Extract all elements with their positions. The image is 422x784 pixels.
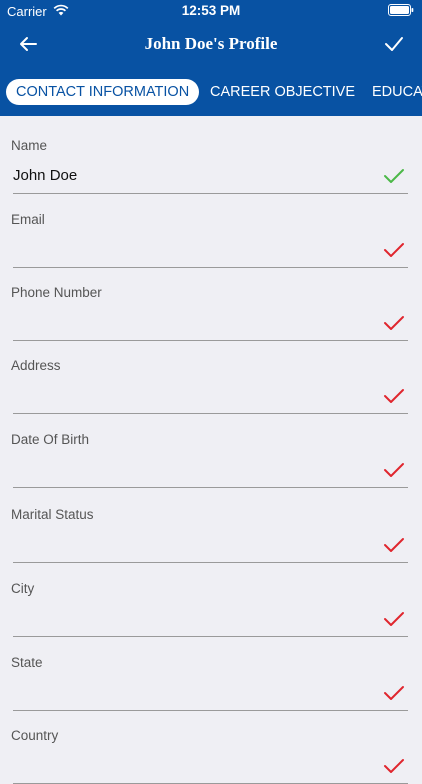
- invalid-check-icon: [384, 316, 404, 330]
- invalid-check-icon: [384, 389, 404, 403]
- field-name: Name: [0, 116, 422, 194]
- tab-bar: CONTACT INFORMATION CAREER OBJECTIVE EDU…: [0, 67, 422, 115]
- field-label: State: [11, 655, 43, 670]
- field-label: Marital Status: [11, 507, 94, 522]
- header: Carrier 12:53 PM John Doe's Profile CONT…: [0, 0, 422, 116]
- field-email: Email: [0, 190, 422, 268]
- field-label: Date Of Birth: [11, 432, 90, 447]
- invalid-check-icon: [384, 463, 404, 477]
- city-input[interactable]: [13, 607, 353, 629]
- phone-number-input[interactable]: [13, 311, 353, 333]
- done-button[interactable]: [382, 32, 406, 56]
- address-input[interactable]: [13, 384, 353, 406]
- status-bar: Carrier 12:53 PM: [0, 0, 422, 22]
- field-city: City: [0, 559, 422, 637]
- tab-education[interactable]: EDUCATION: [372, 79, 422, 105]
- state-input[interactable]: [13, 681, 353, 703]
- field-label: Address: [11, 358, 61, 373]
- field-date-of-birth: Date Of Birth: [0, 410, 422, 488]
- nav-bar: John Doe's Profile: [0, 22, 422, 66]
- invalid-check-icon: [384, 243, 404, 257]
- field-label: Name: [11, 138, 48, 153]
- name-input[interactable]: [13, 164, 353, 186]
- invalid-check-icon: [384, 538, 404, 552]
- invalid-check-icon: [384, 686, 404, 700]
- invalid-check-icon: [384, 759, 404, 773]
- marital-status-input[interactable]: [13, 533, 353, 555]
- valid-check-icon: [384, 169, 404, 183]
- battery-icon: [388, 4, 414, 16]
- field-state: State: [0, 633, 422, 711]
- page-title: John Doe's Profile: [144, 34, 278, 53]
- invalid-check-icon: [384, 612, 404, 626]
- tab-career-objective[interactable]: CAREER OBJECTIVE: [210, 79, 355, 105]
- field-label: City: [11, 581, 35, 596]
- status-time: 12:53 PM: [181, 3, 241, 18]
- checkmark-icon: [385, 37, 403, 51]
- field-label: Phone Number: [11, 285, 102, 300]
- country-input[interactable]: [13, 754, 353, 776]
- field-label: Email: [11, 212, 45, 227]
- field-marital-status: Marital Status: [0, 485, 422, 563]
- field-country: Country: [0, 706, 422, 784]
- date-of-birth-input[interactable]: [13, 458, 353, 480]
- tab-contact-information[interactable]: CONTACT INFORMATION: [6, 79, 200, 105]
- email-input[interactable]: [13, 238, 353, 260]
- field-address: Address: [0, 336, 422, 414]
- field-label: Country: [11, 728, 59, 743]
- field-phone-number: Phone Number: [0, 263, 422, 341]
